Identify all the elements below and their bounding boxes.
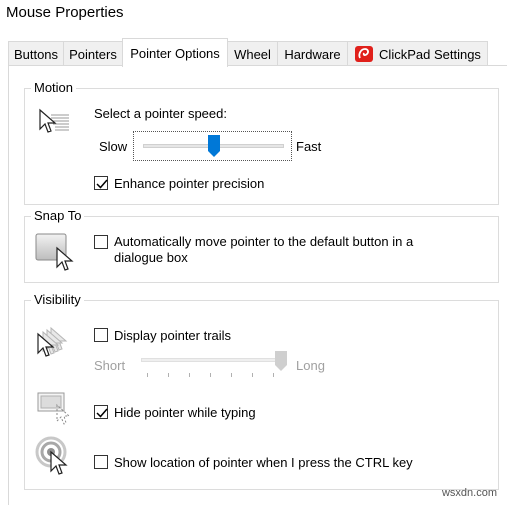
trail-tick xyxy=(189,373,190,377)
snap-to-title: Snap To xyxy=(31,208,85,223)
pointer-trails-icon xyxy=(35,325,75,362)
snap-to-checkbox[interactable] xyxy=(94,235,108,249)
tab-pointers-label: Pointers xyxy=(69,46,117,62)
tab-pointer-options-label: Pointer Options xyxy=(130,45,220,61)
tab-strip: Buttons Pointers Pointer Options Wheel H… xyxy=(8,38,507,67)
show-location-label[interactable]: Show location of pointer when I press th… xyxy=(114,455,413,470)
tab-pointer-options[interactable]: Pointer Options xyxy=(122,38,228,67)
tab-wheel-label: Wheel xyxy=(234,46,271,62)
snap-to-label-line2[interactable]: dialogue box xyxy=(114,250,188,265)
trail-tick xyxy=(210,373,211,377)
tab-buttons-label: Buttons xyxy=(13,46,59,62)
pointer-speed-thumb[interactable] xyxy=(207,135,220,160)
fast-label: Fast xyxy=(296,139,322,154)
show-location-checkbox[interactable] xyxy=(94,455,108,469)
tab-clickpad-settings-label: ClickPad Settings xyxy=(379,46,481,62)
trail-length-track xyxy=(141,358,281,362)
slow-label: Slow xyxy=(99,139,128,154)
trail-length-thumb[interactable] xyxy=(275,351,287,374)
hide-pointer-label[interactable]: Hide pointer while typing xyxy=(114,405,256,420)
tab-hardware-label: Hardware xyxy=(284,46,341,62)
pointer-trails-label[interactable]: Display pointer trails xyxy=(114,328,231,343)
pointer-speed-icon xyxy=(37,107,71,140)
enhance-precision-checkbox[interactable] xyxy=(94,176,108,190)
snap-to-group: Snap To Automatically move pointer to th… xyxy=(24,208,499,283)
tab-clickpad-settings[interactable]: ClickPad Settings xyxy=(347,41,488,66)
visibility-title: Visibility xyxy=(31,292,84,307)
motion-group: Motion Select a pointer speed: Slow Fast xyxy=(24,80,499,205)
long-label: Long xyxy=(296,358,325,373)
trail-tick xyxy=(273,373,274,377)
enhance-precision-label[interactable]: Enhance pointer precision xyxy=(114,176,264,191)
visibility-group: Visibility Display pointer trails Short xyxy=(24,292,499,490)
pointer-speed-prompt: Select a pointer speed: xyxy=(94,106,227,121)
tab-panel: Motion Select a pointer speed: Slow Fast xyxy=(8,65,507,505)
snap-to-label-line1[interactable]: Automatically move pointer to the defaul… xyxy=(114,234,413,249)
trail-tick xyxy=(168,373,169,377)
tab-pointers[interactable]: Pointers xyxy=(63,41,123,66)
window-title: Mouse Properties xyxy=(6,4,124,21)
watermark: wsxdn.com xyxy=(441,487,497,499)
pointer-location-icon xyxy=(35,436,75,479)
trail-length-slider[interactable] xyxy=(135,351,290,381)
pointer-speed-slider[interactable] xyxy=(133,131,292,161)
motion-title: Motion xyxy=(31,80,77,95)
trail-tick xyxy=(231,373,232,377)
snap-to-icon xyxy=(35,232,79,277)
clickpad-icon xyxy=(354,45,374,63)
tab-hardware[interactable]: Hardware xyxy=(277,41,348,66)
trail-tick xyxy=(147,373,148,377)
short-label: Short xyxy=(94,358,126,373)
tab-wheel[interactable]: Wheel xyxy=(227,41,278,66)
hide-pointer-checkbox[interactable] xyxy=(94,405,108,419)
hide-pointer-icon xyxy=(37,391,77,428)
trail-tick xyxy=(252,373,253,377)
pointer-trails-checkbox[interactable] xyxy=(94,328,108,342)
tab-buttons[interactable]: Buttons xyxy=(8,41,64,66)
